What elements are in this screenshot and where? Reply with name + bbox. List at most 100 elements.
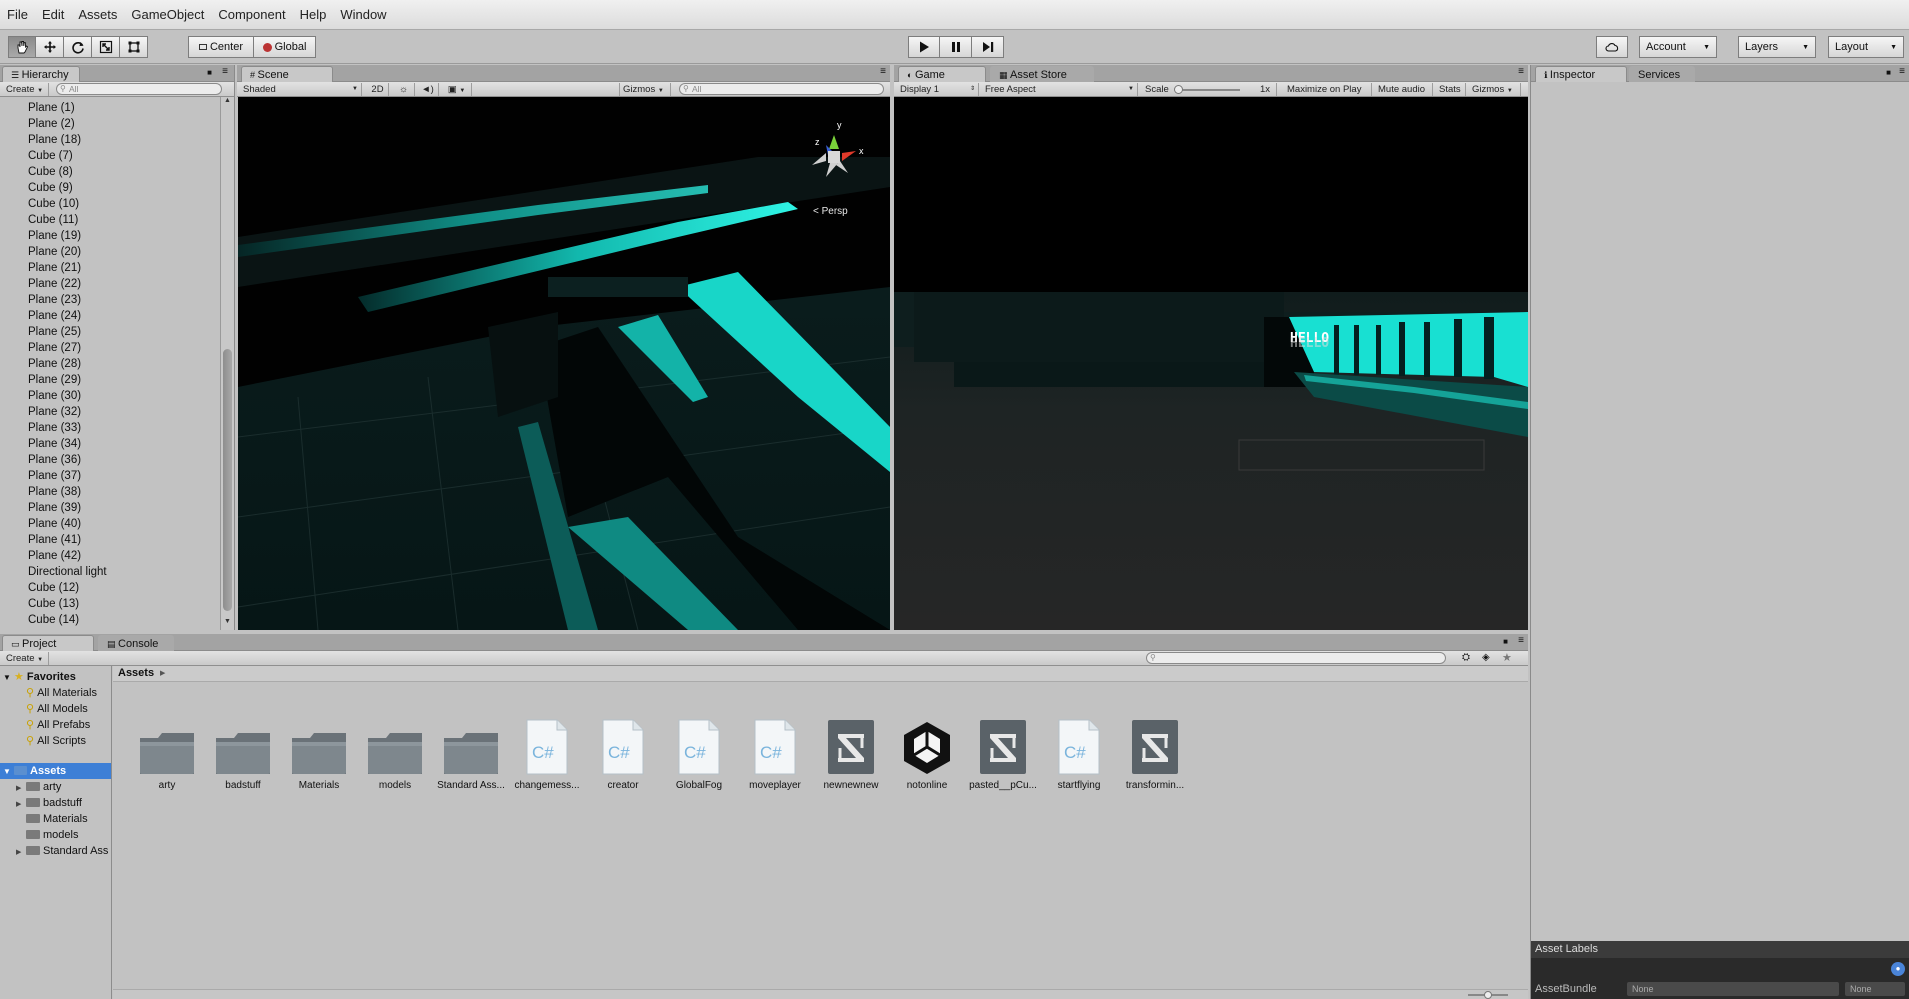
filter-label-icon[interactable]: ◈ xyxy=(1482,652,1490,663)
hierarchy-item[interactable]: Plane (32) xyxy=(0,404,222,420)
hierarchy-item[interactable]: Cube (7) xyxy=(0,148,222,164)
hierarchy-item[interactable]: Plane (2) xyxy=(0,116,222,132)
hierarchy-item[interactable]: Cube (14) xyxy=(0,612,222,628)
rect-tool-button[interactable] xyxy=(120,36,148,58)
hierarchy-item[interactable]: Plane (21) xyxy=(0,260,222,276)
folder-tree-item[interactable]: models xyxy=(0,827,111,843)
lock-icon[interactable]: ■ xyxy=(207,68,212,77)
assets-root[interactable]: ▼ Assets xyxy=(0,763,111,779)
asset-item-script[interactable]: C# changemess... xyxy=(509,716,585,791)
scene-search-input[interactable]: ⚲ All xyxy=(679,83,884,95)
hierarchy-item[interactable]: Cube (8) xyxy=(0,164,222,180)
mode-2d-toggle[interactable]: 2D xyxy=(367,83,389,96)
favorites-header[interactable]: ▼ ★ Favorites xyxy=(0,669,111,685)
hierarchy-scrollbar[interactable]: ▲ ▼ xyxy=(220,97,234,630)
menu-file[interactable]: File xyxy=(0,0,35,30)
asset-item-folder[interactable]: Materials xyxy=(281,716,357,791)
menu-help[interactable]: Help xyxy=(293,0,334,30)
hierarchy-item[interactable]: Plane (29) xyxy=(0,372,222,388)
hierarchy-item[interactable]: Plane (18) xyxy=(0,132,222,148)
breadcrumb-assets[interactable]: Assets xyxy=(118,667,154,679)
audio-toggle[interactable]: ◄) xyxy=(417,83,439,96)
asset-variant-dropdown[interactable]: None xyxy=(1845,982,1905,996)
menu-gameobject[interactable]: GameObject xyxy=(124,0,211,30)
favorite-item[interactable]: ⚲ All Prefabs xyxy=(0,717,111,733)
menu-component[interactable]: Component xyxy=(211,0,292,30)
hand-tool-button[interactable] xyxy=(8,36,36,58)
scroll-down-arrow[interactable]: ▼ xyxy=(221,618,234,630)
scale-tool-button[interactable] xyxy=(92,36,120,58)
favorite-item[interactable]: ⚲ All Scripts xyxy=(0,733,111,749)
hierarchy-item[interactable]: Plane (25) xyxy=(0,324,222,340)
hierarchy-item[interactable]: Plane (27) xyxy=(0,340,222,356)
hierarchy-item[interactable]: Plane (36) xyxy=(0,452,222,468)
aspect-dropdown[interactable]: Free Aspect ▼ xyxy=(982,83,1138,96)
project-create-dropdown[interactable]: Create ▼ xyxy=(3,652,49,665)
folder-tree-item[interactable]: Materials xyxy=(0,811,111,827)
hierarchy-item[interactable]: Directional light xyxy=(0,564,222,580)
asset-item-folder[interactable]: Standard Ass... xyxy=(433,716,509,791)
hierarchy-item[interactable]: Plane (23) xyxy=(0,292,222,308)
panel-menu-icon[interactable]: ≡ xyxy=(1518,635,1524,646)
tab-inspector[interactable]: ℹ Inspector xyxy=(1535,66,1627,82)
hierarchy-item[interactable]: Plane (19) xyxy=(0,228,222,244)
display-dropdown[interactable]: Display 1 ⇕ xyxy=(897,83,979,96)
account-dropdown[interactable]: Account ▼ xyxy=(1639,36,1717,58)
panel-menu-icon[interactable]: ≡ xyxy=(222,66,228,77)
asset-item-script[interactable]: C# creator xyxy=(585,716,661,791)
tab-project[interactable]: ▭ Project xyxy=(2,635,94,651)
asset-item-script[interactable]: C# moveplayer xyxy=(737,716,813,791)
menu-window[interactable]: Window xyxy=(333,0,393,30)
scene-gizmos-dropdown[interactable]: Gizmos ▼ xyxy=(619,83,671,96)
tab-game[interactable]: ◐ Game xyxy=(898,66,986,82)
hierarchy-item[interactable]: Plane (33) xyxy=(0,420,222,436)
game-gizmos-dropdown[interactable]: Gizmos ▼ xyxy=(1469,83,1521,96)
tab-asset-store[interactable]: ▦ Asset Store xyxy=(990,66,1094,82)
icon-size-thumb[interactable] xyxy=(1484,991,1492,999)
stats-toggle[interactable]: Stats xyxy=(1436,83,1466,96)
hierarchy-item[interactable]: Cube (10) xyxy=(0,196,222,212)
folder-tree-item[interactable]: ▶ arty xyxy=(0,779,111,795)
asset-bundle-dropdown[interactable]: None xyxy=(1627,982,1839,996)
asset-item-prefab[interactable]: pasted__pCu... xyxy=(965,716,1041,791)
hierarchy-item[interactable]: Cube (9) xyxy=(0,180,222,196)
hierarchy-search-input[interactable]: ⚲ All xyxy=(56,83,222,95)
scene-viewport[interactable]: y x z < Persp xyxy=(238,97,890,630)
hierarchy-item[interactable]: Plane (37) xyxy=(0,468,222,484)
maximize-on-play-toggle[interactable]: Maximize on Play xyxy=(1284,83,1372,96)
game-viewport[interactable]: HELLO HELLO xyxy=(894,97,1528,630)
hierarchy-item[interactable]: Plane (30) xyxy=(0,388,222,404)
hierarchy-item[interactable]: Plane (38) xyxy=(0,484,222,500)
hierarchy-item[interactable]: Cube (13) xyxy=(0,596,222,612)
menu-edit[interactable]: Edit xyxy=(35,0,71,30)
hierarchy-item[interactable]: Plane (22) xyxy=(0,276,222,292)
scroll-up-arrow[interactable]: ▲ xyxy=(221,97,234,109)
layout-dropdown[interactable]: Layout ▼ xyxy=(1828,36,1904,58)
asset-item-folder[interactable]: models xyxy=(357,716,433,791)
scrollbar-thumb[interactable] xyxy=(223,349,232,611)
layers-dropdown[interactable]: Layers ▼ xyxy=(1738,36,1816,58)
asset-item-prefab[interactable]: transformin... xyxy=(1117,716,1193,791)
hierarchy-item[interactable]: Plane (20) xyxy=(0,244,222,260)
effects-dropdown[interactable]: ▣ ▼ xyxy=(442,83,472,96)
hierarchy-item[interactable]: Plane (1) xyxy=(0,100,222,116)
tab-hierarchy[interactable]: ☰ Hierarchy xyxy=(2,66,80,82)
tab-scene[interactable]: # Scene xyxy=(241,66,333,82)
folder-tree-item[interactable]: ▶ Standard Ass xyxy=(0,843,111,859)
hierarchy-create-dropdown[interactable]: Create ▼ xyxy=(3,83,49,96)
panel-menu-icon[interactable]: ≡ xyxy=(1518,66,1524,77)
hierarchy-item[interactable]: Plane (42) xyxy=(0,548,222,564)
scale-slider[interactable]: Scale 1x xyxy=(1142,83,1277,96)
mute-audio-toggle[interactable]: Mute audio xyxy=(1375,83,1433,96)
pivot-center-button[interactable]: Center xyxy=(188,36,254,58)
asset-item-folder[interactable]: arty xyxy=(129,716,205,791)
scale-thumb[interactable] xyxy=(1174,85,1183,94)
asset-item-prefab[interactable]: newnewnew xyxy=(813,716,889,791)
tab-console[interactable]: ▤ Console xyxy=(98,635,174,651)
favorite-star-icon[interactable]: ★ xyxy=(1502,651,1512,664)
filter-type-icon[interactable]: ⛭ xyxy=(1462,652,1470,663)
hierarchy-item[interactable]: Plane (41) xyxy=(0,532,222,548)
play-button[interactable] xyxy=(908,36,940,58)
project-search-input[interactable]: ⚲ xyxy=(1146,652,1446,664)
panel-menu-icon[interactable]: ≡ xyxy=(880,66,886,77)
